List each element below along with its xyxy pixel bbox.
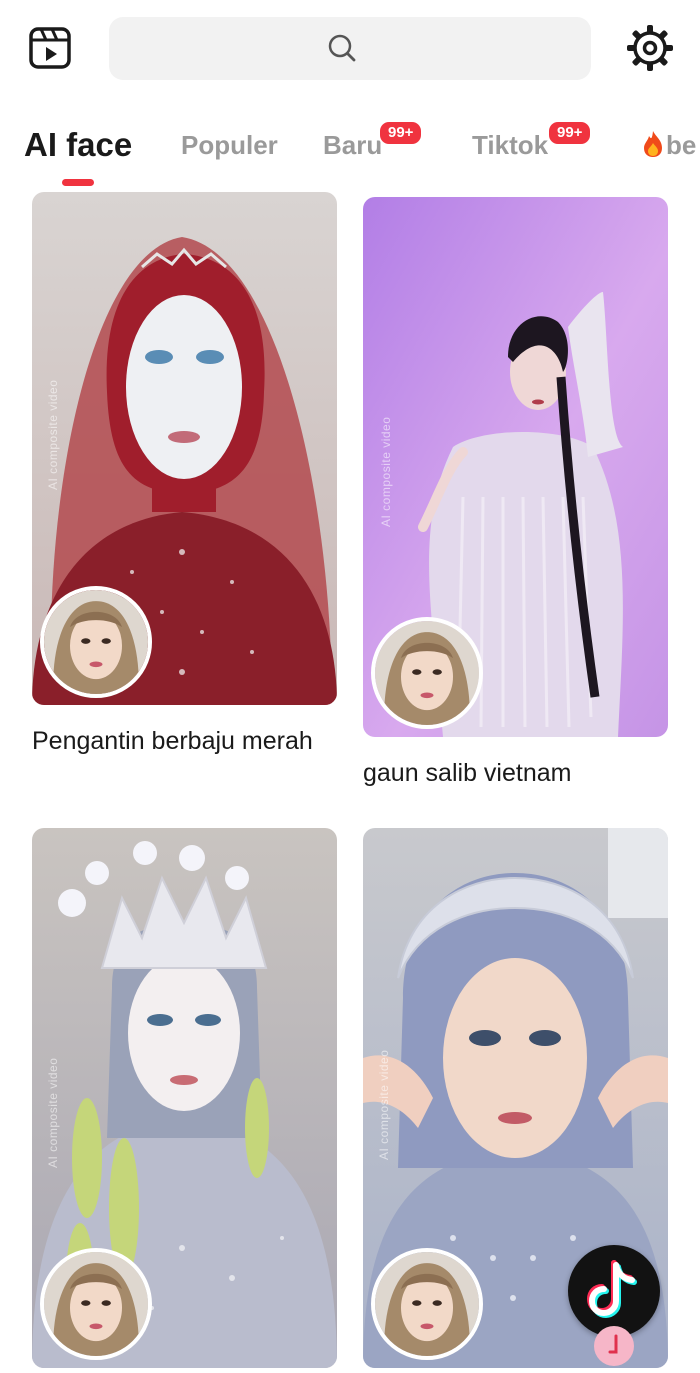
- tab-baru[interactable]: Baru: [323, 130, 382, 161]
- video-clip-icon[interactable]: [28, 26, 72, 70]
- template-card[interactable]: AI composite video: [32, 192, 337, 705]
- tiktok-button[interactable]: [568, 1245, 660, 1337]
- tab-populer[interactable]: Populer: [181, 130, 278, 161]
- tab-tiktok-badge: 99+: [547, 120, 593, 146]
- music-note-icon: [594, 1326, 634, 1366]
- active-tab-indicator: [62, 179, 94, 186]
- card-title: Pengantin berbaju merah: [32, 727, 313, 755]
- tab-baru-badge: 99+: [378, 120, 424, 146]
- avatar: [40, 1248, 152, 1360]
- tab-trending-label: be: [666, 130, 697, 160]
- avatar: [40, 586, 152, 698]
- tiktok-icon: [586, 1260, 637, 1319]
- watermark-label: AI composite video: [46, 379, 60, 490]
- tab-tiktok[interactable]: Tiktok: [472, 130, 548, 161]
- watermark-label: AI composite video: [377, 1049, 391, 1160]
- watermark-label: AI composite video: [379, 416, 393, 527]
- search-icon: [328, 34, 356, 62]
- search-bar[interactable]: [109, 17, 591, 80]
- tab-ai-face[interactable]: AI face: [24, 126, 132, 164]
- settings-gear-icon[interactable]: [626, 24, 674, 72]
- card-title: gaun salib vietnam: [363, 759, 572, 787]
- category-tabs: AI face Populer Baru 99+ Tiktok 99+ be: [0, 112, 700, 190]
- avatar: [371, 1248, 483, 1360]
- top-bar: [0, 0, 700, 100]
- template-card[interactable]: AI composite video: [32, 828, 337, 1368]
- flame-icon: [644, 131, 662, 157]
- avatar: [371, 617, 483, 729]
- tab-trending[interactable]: be: [642, 130, 696, 161]
- watermark-label: AI composite video: [46, 1057, 60, 1168]
- template-card[interactable]: AI composite video: [363, 197, 668, 737]
